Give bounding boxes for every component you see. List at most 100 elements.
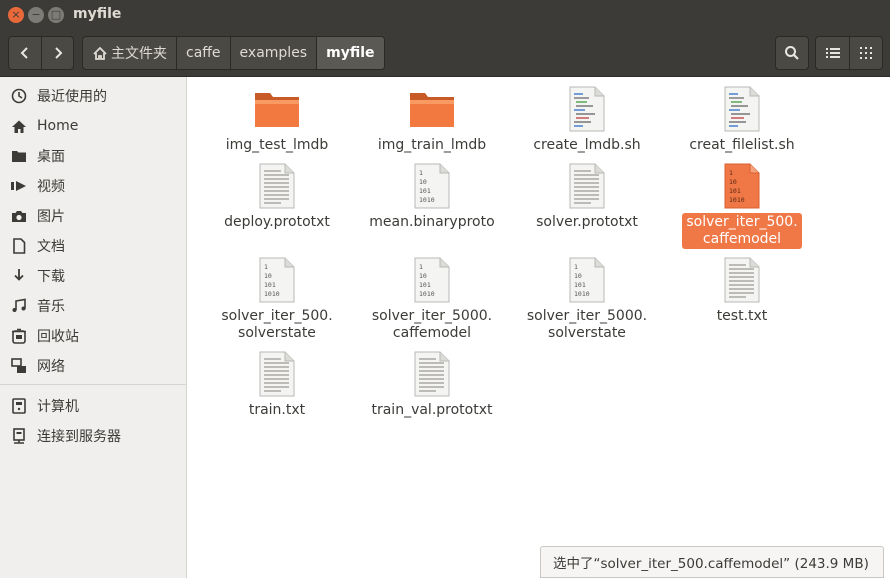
sidebar-item-label: 图片 bbox=[37, 209, 65, 225]
list-view-button[interactable] bbox=[816, 37, 849, 69]
file-item[interactable]: 1 10 101 1010 mean.binaryproto bbox=[357, 162, 507, 232]
file-item[interactable]: train.txt bbox=[202, 350, 352, 420]
sidebar-item-label: 视频 bbox=[37, 179, 65, 195]
binary-digits: 1 bbox=[574, 263, 578, 271]
file-name: deploy.prototxt bbox=[224, 214, 330, 230]
file-item[interactable]: 1 10 101 1010 solver_iter_5000. solverstate bbox=[512, 256, 662, 343]
binary-digits: 10 bbox=[419, 272, 427, 280]
binary-digits: 10 bbox=[419, 178, 427, 186]
breadcrumb-caffe[interactable]: caffe bbox=[176, 37, 230, 69]
binary-digits: 1010 bbox=[419, 290, 435, 298]
file-item[interactable]: 1 10 101 1010 solver_iter_5000. caffemodel bbox=[357, 256, 507, 343]
binary-digits: 1010 bbox=[419, 196, 435, 204]
binary-digits: 10 bbox=[729, 178, 737, 186]
breadcrumb: 主文件夹 caffe examples myfile bbox=[82, 36, 385, 70]
text-file-icon bbox=[563, 162, 611, 210]
sidebar-item-label: 音乐 bbox=[37, 299, 65, 315]
sidebar: 最近使用的 Home 桌面 视频 图片 文档 下载 音乐 回收站 网络 计算机 … bbox=[0, 77, 187, 578]
sidebar-item-computer[interactable]: 计算机 bbox=[0, 392, 186, 420]
script-file-icon bbox=[563, 85, 611, 133]
breadcrumb-home[interactable]: 主文件夹 bbox=[83, 37, 176, 69]
file-item[interactable]: 1 10 101 1010 solver_iter_500. solverstate bbox=[202, 256, 352, 343]
clock-icon bbox=[10, 87, 28, 105]
file-item[interactable]: img_test_lmdb bbox=[202, 85, 352, 155]
binary-file-icon: 1 10 101 1010 bbox=[408, 162, 456, 210]
sidebar-item-desktop[interactable]: 桌面 bbox=[0, 142, 186, 170]
breadcrumb-label: examples bbox=[239, 45, 308, 61]
document-icon bbox=[10, 237, 28, 255]
binary-digits: 1 bbox=[264, 263, 268, 271]
sidebar-item-downloads[interactable]: 下载 bbox=[0, 262, 186, 290]
text-file-icon bbox=[718, 256, 766, 304]
sidebar-item-connect-server[interactable]: 连接到服务器 bbox=[0, 422, 186, 450]
sidebar-item-music[interactable]: 音乐 bbox=[0, 292, 186, 320]
file-item[interactable]: solver.prototxt bbox=[512, 162, 662, 232]
sidebar-item-trash[interactable]: 回收站 bbox=[0, 322, 186, 350]
file-name: train.txt bbox=[248, 402, 306, 418]
home-icon bbox=[92, 46, 108, 61]
binary-digits: 1 bbox=[729, 169, 733, 177]
back-button[interactable] bbox=[9, 37, 41, 69]
sidebar-item-label: 回收站 bbox=[37, 329, 79, 345]
sidebar-item-documents[interactable]: 文档 bbox=[0, 232, 186, 260]
breadcrumb-label: 主文件夹 bbox=[111, 46, 167, 62]
binary-digits: 101 bbox=[574, 281, 586, 289]
binary-digits: 101 bbox=[729, 187, 741, 195]
binary-digits: 1 bbox=[419, 263, 423, 271]
maximize-window-button[interactable]: □ bbox=[48, 7, 64, 23]
breadcrumb-examples[interactable]: examples bbox=[229, 37, 317, 69]
binary-digits: 101 bbox=[264, 281, 276, 289]
titlebar: × − □ myfile bbox=[0, 0, 890, 30]
file-name: img_test_lmdb bbox=[225, 137, 329, 153]
search-button[interactable] bbox=[775, 36, 809, 70]
selection-status: 选中了“solver_iter_500.caffemodel” (243.9 M… bbox=[540, 546, 884, 578]
file-manager-window: × − □ myfile 主文件夹 caffe examples myfile bbox=[0, 0, 890, 578]
trash-icon bbox=[10, 327, 28, 345]
music-icon bbox=[10, 297, 28, 315]
sidebar-item-network[interactable]: 网络 bbox=[0, 352, 186, 380]
binary-digits: 1010 bbox=[264, 290, 280, 298]
binary-file-icon: 1 10 101 1010 bbox=[408, 256, 456, 304]
file-name: creat_filelist.sh bbox=[689, 137, 795, 153]
file-name: solver_iter_500. caffemodel bbox=[682, 213, 802, 249]
video-icon bbox=[10, 177, 28, 195]
binary-digits: 101 bbox=[419, 187, 431, 195]
sidebar-item-label: 连接到服务器 bbox=[37, 429, 121, 445]
binary-file-icon: 1 10 101 1010 bbox=[563, 256, 611, 304]
file-grid: img_test_lmdb img_train_lmdb create_lmdb… bbox=[192, 77, 890, 578]
file-item[interactable]: creat_filelist.sh bbox=[667, 85, 817, 155]
sidebar-item-label: Home bbox=[37, 118, 79, 134]
sidebar-item-label: 文档 bbox=[37, 239, 65, 255]
sidebar-item-label: 网络 bbox=[37, 359, 65, 375]
file-item[interactable]: create_lmdb.sh bbox=[512, 85, 662, 155]
file-item[interactable]: train_val.prototxt bbox=[357, 350, 507, 420]
text-file-icon bbox=[253, 350, 301, 398]
folder-icon bbox=[408, 85, 456, 133]
sidebar-item-pictures[interactable]: 图片 bbox=[0, 202, 186, 230]
file-item[interactable]: deploy.prototxt bbox=[202, 162, 352, 232]
sidebar-item-label: 最近使用的 bbox=[37, 89, 107, 105]
binary-digits: 1010 bbox=[574, 290, 590, 298]
file-item-selected[interactable]: 1 10 101 1010 solver_iter_500. caffemodel bbox=[667, 162, 817, 249]
file-item[interactable]: test.txt bbox=[667, 256, 817, 326]
sidebar-item-label: 桌面 bbox=[37, 149, 65, 165]
list-view-icon bbox=[825, 48, 840, 58]
desktop-folder-icon bbox=[10, 147, 28, 165]
close-window-button[interactable]: × bbox=[8, 7, 24, 23]
file-name: test.txt bbox=[716, 308, 768, 324]
minimize-window-button[interactable]: − bbox=[28, 7, 44, 23]
view-mode-buttons bbox=[815, 36, 883, 70]
file-name: train_val.prototxt bbox=[371, 402, 493, 418]
sidebar-item-videos[interactable]: 视频 bbox=[0, 172, 186, 200]
search-icon bbox=[785, 46, 799, 60]
sidebar-item-home[interactable]: Home bbox=[0, 112, 186, 140]
grid-view-button[interactable] bbox=[849, 37, 882, 69]
breadcrumb-myfile[interactable]: myfile bbox=[316, 37, 384, 69]
sidebar-item-recent[interactable]: 最近使用的 bbox=[0, 82, 186, 110]
file-name: create_lmdb.sh bbox=[533, 137, 641, 153]
binary-digits: 10 bbox=[264, 272, 272, 280]
file-item[interactable]: img_train_lmdb bbox=[357, 85, 507, 155]
forward-button[interactable] bbox=[41, 37, 73, 69]
binary-digits: 1 bbox=[419, 169, 423, 177]
toolbar: 主文件夹 caffe examples myfile bbox=[0, 30, 890, 77]
